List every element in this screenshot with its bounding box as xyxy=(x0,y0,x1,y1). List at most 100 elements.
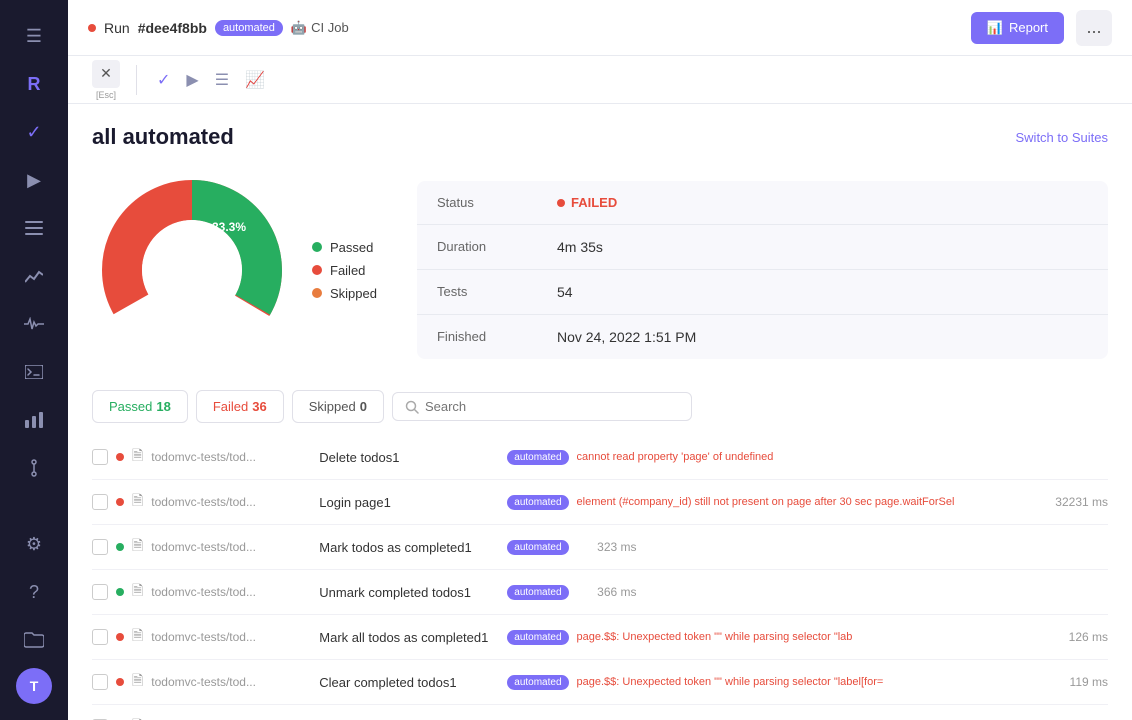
page-header: all automated Switch to Suites xyxy=(68,104,1132,150)
list-nav-icon[interactable]: ☰ xyxy=(211,66,233,94)
filter-bar: Passed18 Failed36 Skipped0 xyxy=(68,390,1132,435)
run-label: Run xyxy=(104,20,130,36)
test-list: 🗎 todomvc-tests/tod... Delete todos1 automa… xyxy=(68,435,1132,720)
automated-badge: automated xyxy=(215,20,283,36)
automated-tag: automated xyxy=(507,630,568,645)
duration: 126 ms xyxy=(1048,630,1108,644)
ci-job: 🤖 CI Job xyxy=(291,20,349,36)
test-checkbox[interactable] xyxy=(92,584,108,600)
content-area: ✕ [Esc] ✓ ▶ ☰ 📈 all automated Switch to … xyxy=(68,56,1132,720)
folder-icon[interactable] xyxy=(14,620,54,660)
test-name: Login page1 xyxy=(319,495,499,510)
test-row[interactable]: 🗎 todomvc-tests/tod... Delete todos1 automa… xyxy=(92,435,1108,480)
status-indicator xyxy=(116,543,124,551)
play-nav-icon[interactable]: ▶ xyxy=(182,66,202,94)
test-row[interactable]: 🗎todomvc-tests/tod...Unmark completed to… xyxy=(92,570,1108,615)
tests-label: Tests xyxy=(437,284,557,299)
automated-tag: automated xyxy=(507,450,568,465)
failed-label: Failed xyxy=(330,263,365,278)
passed-filter-button[interactable]: Passed18 xyxy=(92,390,188,423)
failed-filter-button[interactable]: Failed36 xyxy=(196,390,284,423)
pulse-icon[interactable] xyxy=(14,304,54,344)
test-checkbox[interactable] xyxy=(92,494,108,510)
status-indicator xyxy=(116,453,124,461)
search-box[interactable] xyxy=(392,392,692,421)
analytics-icon[interactable] xyxy=(14,256,54,296)
ci-label: CI Job xyxy=(311,20,349,35)
play-icon[interactable]: ▶ xyxy=(14,160,54,200)
analytics-nav-icon[interactable]: 📈 xyxy=(241,66,269,94)
file-icon: 🗎 xyxy=(132,715,143,720)
list-icon[interactable] xyxy=(14,208,54,248)
search-icon xyxy=(405,400,419,414)
test-name: Clear completed todos1 xyxy=(319,675,499,690)
left-navigation: ☰ R ✓ ▶ ⚙ ? T xyxy=(0,0,68,720)
test-row[interactable]: 🗎todomvc-tests/tod...Todos survive a pag… xyxy=(92,705,1108,720)
finished-row: Finished Nov 24, 2022 1:51 PM xyxy=(417,315,1108,359)
test-checkbox[interactable] xyxy=(92,674,108,690)
check-nav-icon[interactable]: ✓ xyxy=(153,66,174,94)
passed-label: Passed xyxy=(330,240,373,255)
git-icon[interactable] xyxy=(14,448,54,488)
ci-icon: 🤖 xyxy=(291,20,307,36)
status-indicator xyxy=(116,633,124,641)
automated-tag: automated xyxy=(507,675,568,690)
file-icon: 🗎 xyxy=(132,580,143,604)
hamburger-icon[interactable]: ☰ xyxy=(14,16,54,56)
bar-chart-icon[interactable] xyxy=(14,400,54,440)
stats-section: 66.7% 33.3% Passed Failed Skipped xyxy=(68,150,1132,390)
error-message: page.$$: Unexpected token "" while parsi… xyxy=(577,631,1040,643)
test-row[interactable]: 🗎todomvc-tests/tod...Clear completed tod… xyxy=(92,660,1108,705)
duration: 323 ms xyxy=(577,540,637,554)
duration: 366 ms xyxy=(577,585,637,599)
tests-row: Tests 54 xyxy=(417,270,1108,315)
more-button[interactable]: ... xyxy=(1076,10,1112,46)
close-button[interactable]: ✕ xyxy=(92,60,120,88)
tests-value: 54 xyxy=(557,284,573,300)
status-indicator xyxy=(116,678,124,686)
duration: 32231 ms xyxy=(1048,495,1108,509)
test-name: Delete todos1 xyxy=(319,450,499,465)
run-info: Run #dee4f8bb automated 🤖 CI Job xyxy=(88,20,349,36)
run-status-dot xyxy=(88,24,96,32)
test-path: todomvc-tests/tod... xyxy=(151,675,311,689)
file-icon: 🗎 xyxy=(132,445,143,469)
report-button[interactable]: 📊 Report xyxy=(971,12,1064,44)
help-icon[interactable]: ? xyxy=(14,572,54,612)
test-checkbox[interactable] xyxy=(92,629,108,645)
test-row[interactable]: 🗎todomvc-tests/tod...Login page1automate… xyxy=(92,480,1108,525)
failed-status-dot xyxy=(557,199,565,207)
test-path: todomvc-tests/tod... xyxy=(151,630,311,644)
test-row[interactable]: 🗎todomvc-tests/tod...Mark todos as compl… xyxy=(92,525,1108,570)
test-checkbox[interactable] xyxy=(92,539,108,555)
test-checkbox[interactable] xyxy=(92,449,108,465)
status-indicator xyxy=(116,588,124,596)
test-path: todomvc-tests/tod... xyxy=(151,585,311,599)
test-path: todomvc-tests/tod... xyxy=(151,450,311,464)
donut-svg xyxy=(92,170,292,370)
search-input[interactable] xyxy=(425,399,679,414)
check-icon[interactable]: ✓ xyxy=(14,112,54,152)
test-name: Mark all todos as completed1 xyxy=(319,630,499,645)
test-row[interactable]: 🗎todomvc-tests/tod...Mark all todos as c… xyxy=(92,615,1108,660)
skipped-filter-button[interactable]: Skipped0 xyxy=(292,390,384,423)
chart-legend: Passed Failed Skipped xyxy=(312,240,377,301)
test-path: todomvc-tests/tod... xyxy=(151,540,311,554)
page-title: all automated xyxy=(92,124,234,150)
automated-tag: automated xyxy=(507,540,568,555)
terminal-icon[interactable] xyxy=(14,352,54,392)
legend-skipped: Skipped xyxy=(312,286,377,301)
duration-value: 4m 35s xyxy=(557,239,603,255)
automated-tag: automated xyxy=(507,495,568,510)
automated-tag: automated xyxy=(507,585,568,600)
status-panel: Status FAILED Duration 4m 35s Tests 54 F… xyxy=(417,181,1108,359)
error-message: element (#company_id) still not present … xyxy=(577,496,1040,508)
status-row: Status FAILED xyxy=(417,181,1108,225)
test-path: todomvc-tests/tod... xyxy=(151,495,311,509)
report-icon: 📊 xyxy=(987,20,1003,36)
avatar[interactable]: T xyxy=(16,668,52,704)
status-label: Status xyxy=(437,195,557,210)
switch-suites-link[interactable]: Switch to Suites xyxy=(1016,130,1109,145)
settings-icon[interactable]: ⚙ xyxy=(14,524,54,564)
error-message: page.$$: Unexpected token "" while parsi… xyxy=(577,676,1040,688)
